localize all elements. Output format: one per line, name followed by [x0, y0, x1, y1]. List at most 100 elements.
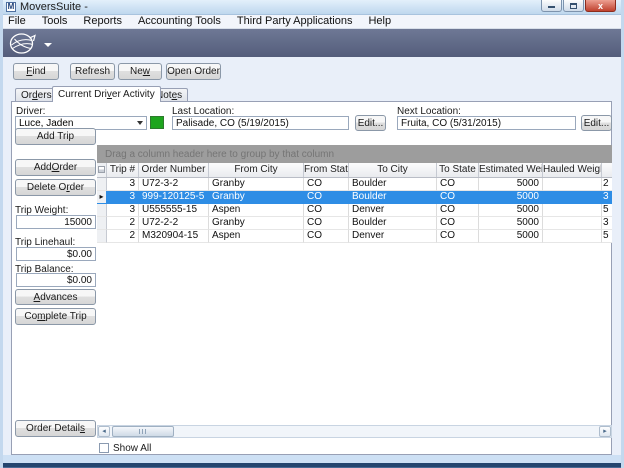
- open-order-button[interactable]: Open Order: [166, 63, 221, 80]
- menu-item-help[interactable]: Help: [360, 15, 399, 28]
- table-row[interactable]: 2U72-2-2GranbyCOBoulderCO50003: [97, 217, 612, 230]
- trip-linehaul-field[interactable]: $0.00: [16, 247, 96, 261]
- refresh-button[interactable]: Refresh: [70, 63, 115, 80]
- label-text: rder: [59, 162, 77, 173]
- row-indicator-cell: [97, 217, 107, 230]
- scrollbar-thumb[interactable]: [112, 426, 174, 437]
- grid-cell: Granby: [209, 191, 304, 204]
- show-all-checkbox[interactable]: [99, 443, 109, 453]
- column-header-order-number[interactable]: Order Number: [139, 163, 209, 177]
- trip-balance-field[interactable]: $0.00: [16, 273, 96, 287]
- window-bottom-border: [0, 455, 624, 463]
- menu-item-third-party-applications[interactable]: Third Party Applications: [229, 15, 361, 28]
- menu-bar: FileToolsReportsAccounting ToolsThird Pa…: [0, 15, 624, 29]
- scroll-left-arrow-icon[interactable]: ◂: [98, 426, 110, 437]
- grid-cell: 3: [107, 204, 139, 217]
- label-text: Refresh: [75, 66, 110, 77]
- grid-cell: 2: [107, 230, 139, 243]
- last-location-field[interactable]: Palisade, CO (5/19/2015): [172, 116, 349, 130]
- find-button[interactable]: Find: [13, 63, 59, 80]
- column-header-to-state[interactable]: To State: [437, 163, 479, 177]
- label-text: Order Detail: [26, 423, 80, 434]
- menu-item-accounting-tools[interactable]: Accounting Tools: [130, 15, 229, 28]
- grid-cell: Aspen: [209, 230, 304, 243]
- column-header-from-city[interactable]: From City: [209, 163, 304, 177]
- app-window: M MoversSuite - x FileToolsReportsAccoun…: [0, 0, 624, 468]
- grid-cell: Aspen: [209, 204, 304, 217]
- grid-cell: [543, 178, 602, 191]
- grid-cell: 3: [107, 178, 139, 191]
- grid-cell: U555555-15: [139, 204, 209, 217]
- label-text: Add Trip: [37, 131, 74, 142]
- minimize-button[interactable]: [541, 0, 562, 12]
- menu-item-tools[interactable]: Tools: [34, 15, 76, 28]
- column-header-clipped[interactable]: [602, 163, 612, 177]
- label-text: Delete O: [27, 182, 66, 193]
- grid-cell: CO: [304, 204, 349, 217]
- maximize-icon: [570, 3, 577, 9]
- grid-cell: CO: [437, 178, 479, 191]
- grid-cell: 5000: [479, 191, 543, 204]
- label-text: s: [177, 90, 182, 101]
- grid-group-by-bar[interactable]: Drag a column header here to group by th…: [97, 145, 612, 163]
- add-order-button[interactable]: Add Order: [15, 159, 96, 176]
- grid-cell: CO: [437, 230, 479, 243]
- grid-cell: CO: [304, 230, 349, 243]
- grid-cell: Boulder: [349, 178, 437, 191]
- brand-menu-dropdown-icon[interactable]: [44, 43, 52, 47]
- grid-cell: 2: [107, 217, 139, 230]
- maximize-button[interactable]: [563, 0, 584, 12]
- grid-cell: [543, 191, 602, 204]
- column-header-trip-[interactable]: Trip #: [107, 163, 139, 177]
- column-header-to-city[interactable]: To City: [349, 163, 437, 177]
- last-location-edit-button[interactable]: Edit...: [355, 115, 386, 131]
- scrollbar-grip-icon: [139, 429, 147, 434]
- grid-cell: M320904-15: [139, 230, 209, 243]
- grid-cell: [543, 217, 602, 230]
- grid-cell: 3: [602, 191, 612, 204]
- grid-horizontal-scrollbar[interactable]: ◂ ▸: [97, 425, 612, 438]
- next-location-field[interactable]: Fruita, CO (5/31/2015): [397, 116, 576, 130]
- trip-weight-field[interactable]: 15000: [16, 215, 96, 229]
- order-details-button[interactable]: Order Details: [15, 420, 96, 437]
- column-header-from-state[interactable]: From State: [304, 163, 349, 177]
- grid-cell: Boulder: [349, 217, 437, 230]
- column-header-estimated-weight[interactable]: Estimated Weight: [479, 163, 543, 177]
- delete-order-button[interactable]: Delete Order: [15, 179, 96, 196]
- grid-cell: 5: [602, 204, 612, 217]
- grid-cell: CO: [304, 191, 349, 204]
- table-row[interactable]: 3U555555-15AspenCODenverCO50005: [97, 204, 612, 217]
- show-all-label: Show All: [113, 443, 151, 454]
- grid-cell: 5000: [479, 204, 543, 217]
- new-button[interactable]: New: [118, 63, 162, 80]
- complete-trip-button[interactable]: Complete Trip: [15, 308, 96, 325]
- label-text: dvances: [40, 292, 77, 303]
- advances-button[interactable]: Advances: [15, 289, 96, 305]
- grid-cell: 5000: [479, 178, 543, 191]
- brand-toolbar: [0, 29, 624, 57]
- add-trip-button[interactable]: Add Trip: [15, 128, 96, 145]
- menu-item-file[interactable]: File: [0, 15, 34, 28]
- label-text: Add: [34, 162, 52, 173]
- label-text: Ne: [130, 66, 143, 77]
- label-text: Or: [21, 90, 32, 101]
- label-text: ers: [38, 90, 52, 101]
- grid-cell: 3: [107, 191, 139, 204]
- grid-cell: Boulder: [349, 191, 437, 204]
- column-header-hauled-weight[interactable]: Hauled Weight: [543, 163, 602, 177]
- current-driver-activity-page: Driver: Luce, Jaden Last Location: Palis…: [11, 101, 612, 455]
- grid-cell: U72-2-2: [139, 217, 209, 230]
- grid-cell: Granby: [209, 217, 304, 230]
- close-button[interactable]: x: [585, 0, 616, 12]
- grid-corner-icon: [98, 166, 105, 173]
- scroll-right-arrow-icon[interactable]: ▸: [599, 426, 611, 437]
- tab-current-driver-activity[interactable]: Current Driver Activity: [52, 86, 161, 102]
- driver-status-indicator: [150, 116, 164, 129]
- grid-cell: CO: [437, 217, 479, 230]
- table-row[interactable]: 2M320904-15AspenCODenverCO50005: [97, 230, 612, 243]
- table-row[interactable]: 3U72-3-2GranbyCOBoulderCO50002: [97, 178, 612, 191]
- menu-item-reports[interactable]: Reports: [75, 15, 130, 28]
- next-location-edit-button[interactable]: Edit...: [581, 115, 612, 131]
- table-row[interactable]: ▸3999-120125-5GranbyCOBoulderCO50003: [97, 191, 612, 204]
- title-bar[interactable]: M MoversSuite - x: [0, 0, 624, 15]
